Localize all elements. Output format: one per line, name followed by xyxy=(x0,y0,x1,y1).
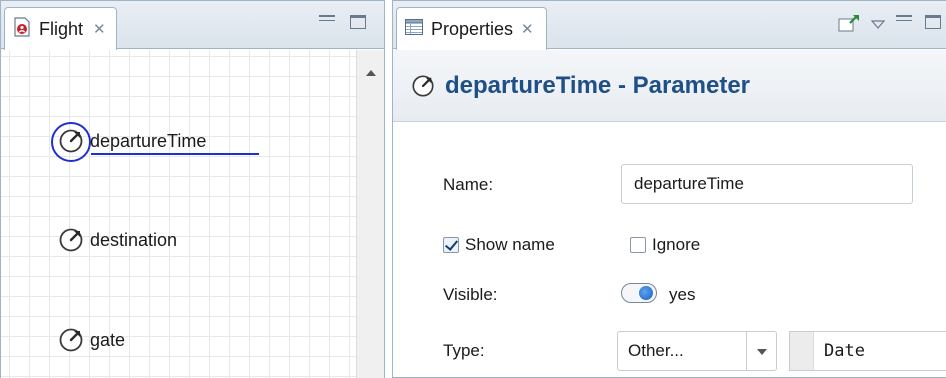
parameter-label: destination xyxy=(90,229,178,250)
tab-label: Flight xyxy=(39,18,84,39)
parameter-icon xyxy=(59,328,83,352)
minimize-icon[interactable] xyxy=(896,15,912,21)
left-tabbar: Flight ✕ xyxy=(1,1,384,50)
visible-label: Visible: xyxy=(443,285,498,304)
ignore-label: Ignore xyxy=(652,235,701,254)
diagram-canvas[interactable] xyxy=(1,50,357,378)
minimize-icon[interactable] xyxy=(319,15,335,21)
properties-table-icon xyxy=(405,18,423,40)
ignore-checkbox[interactable]: Ignore xyxy=(630,235,700,255)
parameter-label: gate xyxy=(90,329,126,350)
flight-editor-panel: Flight ✕ departureTime destination gate xyxy=(0,0,385,378)
parameter-gate[interactable]: gate xyxy=(58,327,125,353)
maximize-icon[interactable] xyxy=(350,15,366,29)
visible-toggle[interactable] xyxy=(621,283,657,303)
type-select-value: Other... xyxy=(628,341,684,360)
type-label: Type: xyxy=(443,341,485,360)
right-tabbar: Properties ✕ xyxy=(393,1,946,50)
type-field[interactable]: Date xyxy=(789,331,946,371)
name-label: Name: xyxy=(443,175,494,194)
tab-label: Properties xyxy=(431,18,514,39)
parameter-label: departureTime xyxy=(90,130,207,151)
pin-icon[interactable] xyxy=(838,14,860,39)
close-icon[interactable]: ✕ xyxy=(93,20,106,38)
parameter-departureTime[interactable]: departureTime xyxy=(58,128,206,154)
tab-flight[interactable]: Flight ✕ xyxy=(4,7,117,50)
show-name-label: Show name xyxy=(465,235,555,254)
name-field[interactable]: departureTime xyxy=(621,164,913,204)
scroll-up-arrow[interactable] xyxy=(366,70,376,76)
type-value: Date xyxy=(824,341,865,361)
name-value: departureTime xyxy=(634,174,744,193)
page-title: departureTime - Parameter xyxy=(445,71,751,99)
checkbox-unchecked-icon[interactable] xyxy=(630,237,646,253)
type-field-gutter xyxy=(790,332,814,370)
visible-value: yes xyxy=(669,285,696,304)
close-icon[interactable]: ✕ xyxy=(521,20,534,38)
parameter-icon xyxy=(59,228,83,252)
view-menu-icon[interactable] xyxy=(870,15,886,35)
checkbox-checked-icon[interactable] xyxy=(443,237,459,253)
parameter-destination[interactable]: destination xyxy=(58,227,177,253)
parameter-icon xyxy=(59,129,83,153)
selection-underline xyxy=(91,153,259,155)
type-select[interactable]: Other... xyxy=(617,331,777,371)
chevron-down-icon[interactable] xyxy=(746,332,776,370)
parameter-icon xyxy=(412,74,434,97)
flight-agent-icon xyxy=(13,16,31,42)
properties-header: departureTime - Parameter xyxy=(393,50,946,122)
vertical-scrollbar[interactable] xyxy=(356,50,384,378)
tab-properties[interactable]: Properties ✕ xyxy=(396,7,547,50)
maximize-icon[interactable] xyxy=(925,15,941,29)
toggle-knob xyxy=(639,286,653,300)
properties-panel: Properties ✕ departureTime - Parameter N… xyxy=(392,0,946,378)
show-name-checkbox[interactable]: Show name xyxy=(443,235,555,255)
